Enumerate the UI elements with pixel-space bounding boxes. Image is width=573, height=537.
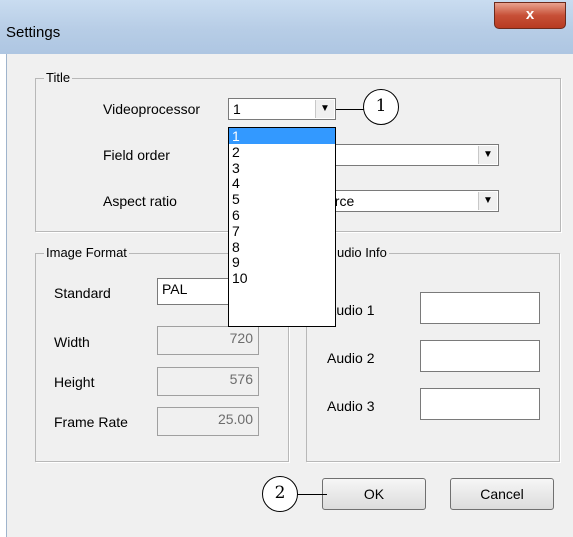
chevron-down-icon[interactable]: ▼ (478, 146, 497, 164)
width-label: Width (54, 334, 90, 350)
title-group-label: Title (44, 70, 73, 85)
chevron-down-icon[interactable]: ▼ (478, 192, 497, 210)
dropdown-option[interactable]: 2 (229, 144, 335, 160)
dropdown-option[interactable]: 3 (229, 160, 335, 176)
chevron-down-icon[interactable]: ▼ (315, 100, 334, 118)
close-icon: x (525, 6, 535, 23)
field-order-label: Field order (103, 147, 170, 163)
dropdown-option[interactable]: 5 (229, 191, 335, 207)
standard-select[interactable]: PAL (157, 278, 232, 305)
callout-2: 2 (262, 476, 298, 512)
callout-2-leader (297, 494, 327, 495)
settings-dialog: Settings x Title Videoprocessor 1 ▼ Fiel… (0, 0, 573, 537)
frame-rate-label: Frame Rate (54, 414, 128, 430)
audio-2-label: Audio 2 (327, 350, 375, 366)
callout-1: 1 (363, 89, 399, 125)
close-button[interactable]: x (494, 2, 566, 29)
dropdown-option[interactable]: 6 (229, 207, 335, 223)
dropdown-option[interactable]: 7 (229, 223, 335, 239)
audio-2-field[interactable] (420, 340, 540, 372)
dropdown-option[interactable]: 4 (229, 175, 335, 191)
videoprocessor-dropdown-list: 1 2 3 4 5 6 7 8 9 10 (228, 127, 336, 327)
cancel-button[interactable]: Cancel (450, 478, 554, 510)
audio-3-label: Audio 3 (327, 398, 375, 414)
audio-info-label: udio Info (335, 245, 389, 260)
frame-rate-field: 25.00 (157, 407, 259, 436)
height-label: Height (54, 374, 95, 390)
audio-1-field[interactable] (420, 292, 540, 324)
videoprocessor-value: 1 (233, 101, 241, 117)
field-order-select[interactable]: ▼ (320, 144, 499, 166)
title-bar: Settings x (0, 0, 573, 54)
dropdown-option[interactable]: 9 (229, 254, 335, 270)
callout-1-leader (336, 109, 364, 110)
image-format-label: Image Format (44, 245, 129, 260)
audio-3-field[interactable] (420, 388, 540, 420)
ok-button[interactable]: OK (322, 478, 426, 510)
height-field: 576 (157, 367, 259, 396)
dropdown-option[interactable]: 8 (229, 239, 335, 255)
window-title: Settings (6, 24, 61, 41)
aspect-ratio-select[interactable]: urce ▼ (320, 190, 499, 212)
standard-value: PAL (162, 281, 188, 297)
videoprocessor-label: Videoprocessor (103, 101, 201, 117)
standard-label: Standard (54, 285, 111, 301)
videoprocessor-select[interactable]: 1 ▼ (228, 98, 336, 120)
width-field: 720 (157, 326, 259, 355)
dropdown-option[interactable]: 1 (229, 128, 335, 144)
dropdown-option[interactable]: 10 (229, 270, 335, 286)
aspect-ratio-label: Aspect ratio (103, 193, 177, 209)
